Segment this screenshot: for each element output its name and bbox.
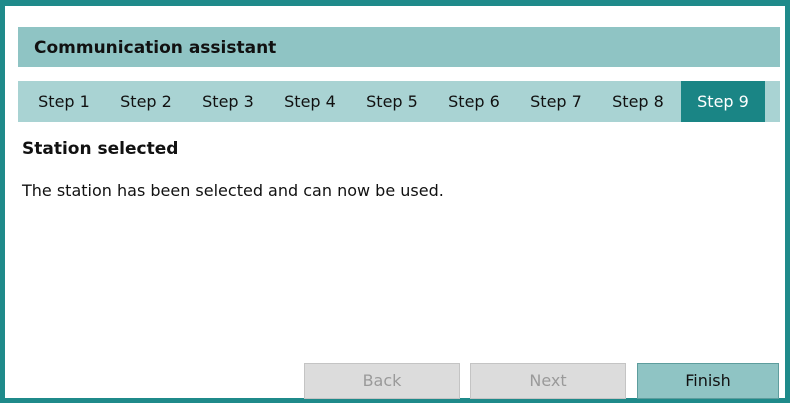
step-tab-3[interactable]: Step 3 [190, 81, 266, 122]
content-message: The station has been selected and can no… [22, 181, 444, 200]
step-tab-7[interactable]: Step 7 [518, 81, 594, 122]
window-title: Communication assistant [34, 38, 277, 58]
step-tab-9-active[interactable]: Step 9 [681, 81, 765, 122]
content-heading: Station selected [22, 139, 179, 159]
step-tab-1[interactable]: Step 1 [26, 81, 102, 122]
step-tab-4[interactable]: Step 4 [272, 81, 348, 122]
back-button[interactable]: Back [304, 363, 460, 399]
communication-assistant-window: Communication assistant Step 1 Step 2 St… [0, 0, 790, 403]
step-tab-8[interactable]: Step 8 [600, 81, 676, 122]
next-button[interactable]: Next [470, 363, 626, 399]
steps-bar: Step 1 Step 2 Step 3 Step 4 Step 5 Step … [18, 81, 780, 122]
step-tab-2[interactable]: Step 2 [108, 81, 184, 122]
title-bar: Communication assistant [18, 27, 780, 67]
finish-button[interactable]: Finish [637, 363, 779, 399]
step-tab-6[interactable]: Step 6 [436, 81, 512, 122]
step-tab-5[interactable]: Step 5 [354, 81, 430, 122]
